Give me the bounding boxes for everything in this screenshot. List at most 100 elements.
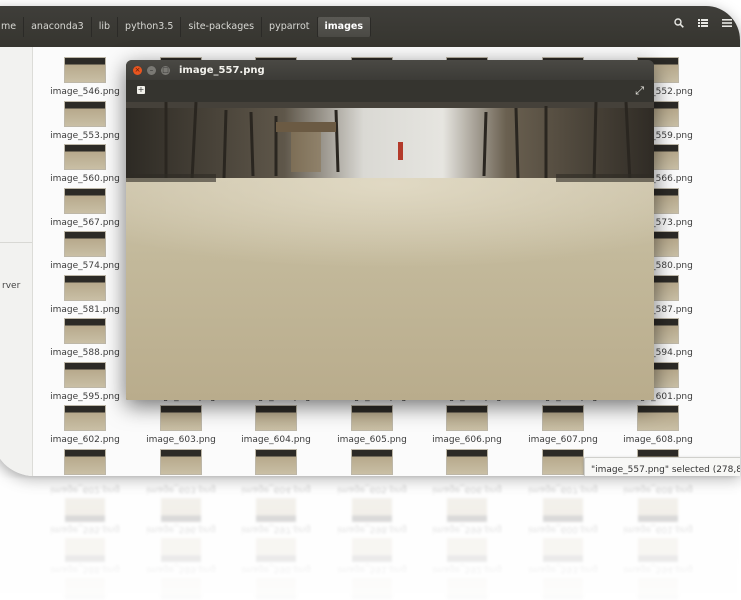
file-item[interactable]: image_588.png [45, 318, 125, 362]
add-icon[interactable]: + [137, 86, 145, 94]
reflection-thumbnail [543, 538, 583, 562]
file-thumbnail [542, 405, 584, 431]
file-thumbnail [64, 274, 106, 301]
minimize-button[interactable]: – [147, 65, 156, 75]
file-item[interactable]: image_595.png [45, 361, 125, 406]
viewer-title: image_557.png [179, 64, 265, 76]
reflection-thumbnail [543, 498, 583, 522]
file-item[interactable]: image_546.png [45, 57, 125, 101]
reflection-file-name: image_590.png [241, 564, 311, 574]
reflection-file-name: image_601.png [623, 524, 693, 534]
file-item[interactable]: image_567.png [45, 187, 125, 232]
file-thumbnail [64, 187, 106, 214]
reflection-cell: image_591.png [332, 564, 412, 600]
reflection-file-name: image_605.png [337, 484, 407, 494]
file-name: image_560.png [50, 174, 120, 184]
reflection-file-name: image_602.png [50, 484, 120, 494]
file-item[interactable] [236, 448, 316, 477]
file-name: image_602.png [50, 435, 120, 445]
reflection-cell: image_589.png [141, 564, 221, 600]
breadcrumb-item-python35[interactable]: python3.5 [118, 16, 182, 37]
reflection-cell: image_595.png [45, 524, 125, 562]
file-item[interactable] [45, 448, 125, 477]
breadcrumb-item-anaconda3[interactable]: anaconda3 [24, 16, 92, 37]
reflection-cell: image_597.png [236, 524, 316, 562]
reflection-cell: image_602.png [45, 484, 125, 522]
file-thumbnail [64, 231, 106, 257]
file-name: image_604.png [241, 435, 311, 445]
reflection-cell: image_606.png [427, 484, 507, 522]
maximize-button[interactable]: □ [161, 65, 170, 75]
file-item[interactable]: image_602.png [45, 405, 125, 449]
reflection-cell: image_590.png [236, 564, 316, 600]
breadcrumb-item-pyparrot[interactable]: pyparrot [262, 16, 318, 37]
file-item[interactable] [332, 448, 412, 477]
file-item[interactable]: image_581.png [45, 274, 125, 319]
close-button[interactable]: × [133, 65, 142, 75]
file-name: image_603.png [146, 435, 216, 445]
viewer-titlebar[interactable]: × – □ image_557.png [126, 60, 654, 80]
file-item[interactable] [427, 448, 507, 477]
header-bar: me anaconda3 lib python3.5 site-packages… [0, 6, 740, 47]
reflection-file-name: image_592.png [432, 564, 502, 574]
file-thumbnail [255, 405, 297, 431]
reflection-thumbnail [638, 578, 678, 600]
file-item[interactable] [141, 448, 221, 477]
reflection-thumbnail [161, 538, 201, 562]
file-thumbnail [255, 448, 297, 475]
photo-corridor-floor [126, 101, 654, 400]
file-name: image_595.png [50, 391, 120, 402]
reflection-thumbnail [65, 498, 105, 522]
reflection-thumbnail [256, 578, 296, 600]
reflection-cell: image_607.png [523, 484, 603, 522]
image-viewer-window[interactable]: × – □ image_557.png + ⤢ [126, 60, 654, 400]
file-item[interactable]: image_607.png [523, 405, 603, 449]
breadcrumb-item-site-packages[interactable]: site-packages [181, 16, 263, 37]
reflection-file-name: image_607.png [528, 484, 598, 494]
file-thumbnail [64, 361, 106, 388]
file-thumbnail [160, 448, 202, 475]
file-name: image_605.png [337, 435, 407, 445]
file-item[interactable]: image_605.png [332, 405, 412, 449]
reflection-cell: image_598.png [332, 524, 412, 562]
reflection-thumbnail [638, 538, 678, 562]
file-item[interactable]: image_560.png [45, 144, 125, 188]
file-thumbnail [64, 405, 106, 431]
reflection-file-name: image_595.png [50, 524, 120, 534]
view-list-icon[interactable] [698, 18, 708, 31]
file-name: image_581.png [50, 304, 120, 315]
breadcrumb-item-lib[interactable]: lib [92, 16, 119, 37]
reflection-thumbnail [447, 578, 487, 600]
breadcrumb-item-images[interactable]: images [317, 16, 371, 37]
reflection-file-name: image_593.png [528, 564, 598, 574]
reflection-cell: image_605.png [332, 484, 412, 522]
reflection-thumbnail [638, 498, 678, 522]
sidebar-item-server[interactable]: rver [2, 281, 20, 291]
header-actions [674, 18, 732, 31]
reflection-cell: image_594.png [618, 564, 698, 600]
file-name: image_553.png [50, 130, 120, 141]
file-thumbnail [637, 405, 679, 431]
reflection-thumbnail [65, 578, 105, 600]
file-name: image_606.png [432, 435, 502, 445]
reflection-row: image_588.png image_589.png image_590.png i… [32, 558, 740, 600]
file-item[interactable]: image_553.png [45, 100, 125, 145]
file-item[interactable]: image_608.png [618, 405, 698, 449]
reflection-cell: image_604.png [236, 484, 316, 522]
reflection-cell: image_592.png [427, 564, 507, 600]
breadcrumb-item-home[interactable]: me [0, 16, 25, 37]
search-icon[interactable] [674, 18, 684, 31]
file-thumbnail [446, 405, 488, 431]
file-item[interactable]: image_574.png [45, 231, 125, 275]
reflection-row: image_595.png image_596.png image_597.png i… [32, 518, 740, 562]
reflection-file-name: image_597.png [241, 524, 311, 534]
file-name: image_546.png [50, 87, 120, 97]
file-item[interactable]: image_604.png [236, 405, 316, 449]
file-item[interactable]: image_606.png [427, 405, 507, 449]
file-thumbnail [64, 57, 106, 83]
file-item[interactable]: image_603.png [141, 405, 221, 449]
reflection-cell: image_601.png [618, 524, 698, 562]
menu-icon[interactable] [722, 18, 732, 31]
fullscreen-icon[interactable]: ⤢ [635, 84, 644, 98]
reflection-thumbnail [543, 578, 583, 600]
